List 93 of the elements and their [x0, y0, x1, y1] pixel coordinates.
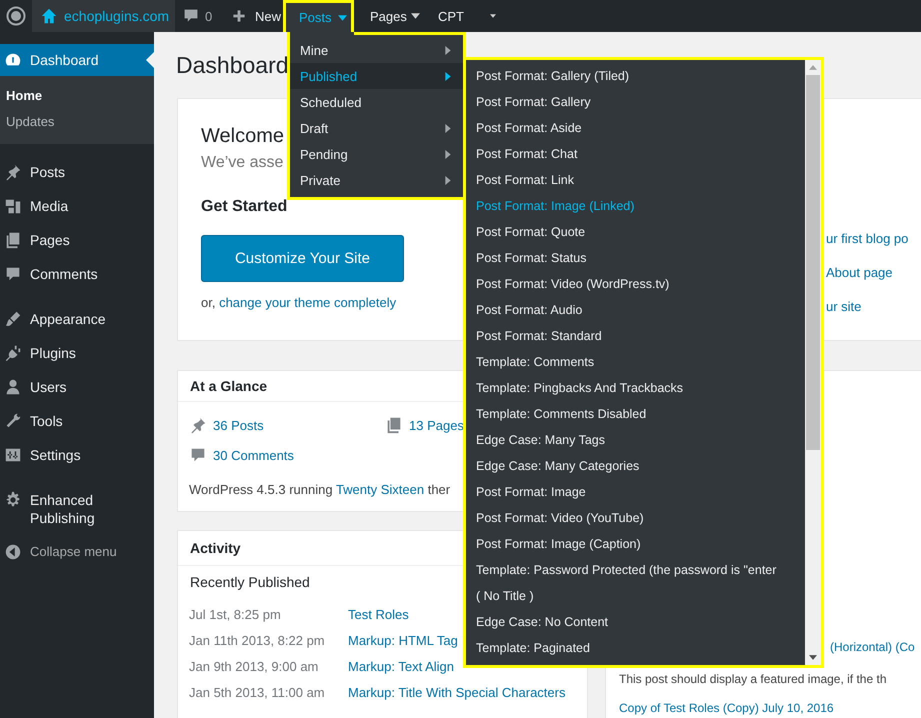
sidebar-item[interactable]: Appearance: [0, 302, 154, 336]
caret-icon: [338, 14, 347, 20]
next-step-link[interactable]: ur first blog po: [826, 230, 908, 248]
submenu-item[interactable]: Post Format: Chat: [466, 141, 805, 167]
site-link[interactable]: echoplugins.com: [32, 0, 175, 32]
post-title-link[interactable]: Markup: Text Align: [348, 658, 454, 674]
dropdown-item[interactable]: Scheduled: [290, 89, 463, 115]
draft-link[interactable]: Copy of Test Roles (Copy) July 10, 2016: [619, 700, 834, 716]
sidebar-item[interactable]: Posts: [0, 155, 154, 189]
submenu-item[interactable]: Edge Case: Many Tags: [466, 427, 805, 453]
pages-icon: [385, 416, 403, 434]
menu-label: Pages: [370, 8, 407, 24]
sidebar-item[interactable]: Enhanced Publishing: [0, 483, 154, 535]
brush-icon: [3, 310, 23, 328]
menu-label: Posts: [299, 10, 332, 25]
submenu-item[interactable]: Post Format: Standard: [466, 323, 805, 349]
submenu-item[interactable]: Post Format: Gallery (Tiled): [466, 63, 805, 89]
submenu-item[interactable]: Home: [0, 83, 48, 109]
caret-icon: [410, 13, 420, 19]
comments-count-link[interactable]: 30 Comments: [189, 444, 294, 466]
sliders-icon: [3, 446, 23, 464]
scrollbar[interactable]: [805, 60, 821, 665]
plus-icon: [232, 9, 246, 23]
sidebar-item[interactable]: Dashboard: [0, 44, 154, 76]
comment-post-link[interactable]: (Horizontal) (Co: [830, 638, 915, 656]
section-heading: Recently Published: [190, 573, 310, 592]
sidebar-item[interactable]: Media: [0, 189, 154, 223]
admin-menu-item[interactable]: CPT: [422, 0, 496, 32]
post-title-link[interactable]: Markup: Title With Special Characters: [348, 684, 566, 700]
post-date: Jan 9th 2013, 9:00 am: [189, 658, 320, 674]
sidebar-item[interactable]: Plugins: [0, 336, 154, 370]
menu-label: CPT: [438, 8, 464, 24]
posts-count-link[interactable]: 36 Posts: [189, 414, 385, 436]
submenu-item[interactable]: Edge Case: Many Categories: [466, 453, 805, 479]
submenu-item[interactable]: Post Format: Aside: [466, 115, 805, 141]
theme-hint-text: or, change your theme completely: [201, 294, 396, 312]
plug-icon: [3, 344, 23, 362]
new-label: New: [255, 8, 282, 24]
dropdown-item[interactable]: Pending: [290, 141, 463, 167]
post-title-link[interactable]: Markup: HTML Tag: [348, 632, 458, 648]
comment-count: 0: [205, 8, 212, 24]
submenu-item[interactable]: Post Format: Video (YouTube): [466, 505, 805, 531]
admin-menu-item[interactable]: Posts: [283, 0, 354, 32]
dropdown-item[interactable]: Private: [290, 167, 463, 193]
submenu-item[interactable]: Updates: [0, 109, 60, 135]
submenu-item[interactable]: ( No Title ): [466, 583, 805, 609]
comments-button[interactable]: 0: [175, 0, 228, 32]
theme-link[interactable]: Twenty Sixteen: [336, 482, 424, 497]
submenu-item[interactable]: Template: Paginated: [466, 635, 805, 661]
post-date: Jan 5th 2013, 11:00 am: [189, 684, 326, 700]
next-step-link[interactable]: ur site: [826, 298, 908, 316]
caret-icon: [490, 13, 496, 19]
page-title: Dashboard: [176, 51, 289, 80]
dropdown-item[interactable]: Published: [290, 63, 463, 89]
post-date: Jul 1st, 8:25 pm: [189, 606, 282, 622]
sidebar-item[interactable]: Users: [0, 370, 154, 404]
welcome-subtitle: We’ve asse: [201, 153, 284, 173]
new-button[interactable]: New: [228, 0, 283, 32]
section-heading: Get Started: [201, 197, 288, 217]
welcome-title: Welcome: [201, 124, 284, 149]
customize-button[interactable]: Customize Your Site: [201, 235, 404, 282]
submenu-item[interactable]: Post Format: Video (WordPress.tv): [466, 271, 805, 297]
post-excerpt: This post should display a featured image, if the th: [619, 671, 886, 688]
submenu-item[interactable]: Post Format: Image: [466, 479, 805, 505]
dropdown-item[interactable]: Mine: [290, 37, 463, 63]
comment-icon: [183, 8, 199, 24]
submenu-item[interactable]: Post Format: Audio: [466, 297, 805, 323]
media-icon: [3, 197, 23, 215]
submenu-item[interactable]: Post Format: Quote: [466, 219, 805, 245]
post-title-link[interactable]: Test Roles: [348, 606, 409, 622]
home-icon: [40, 7, 58, 25]
sidebar-item[interactable]: Settings: [0, 438, 154, 472]
sidebar-item[interactable]: Comments: [0, 257, 154, 291]
submenu-item[interactable]: Post Format: Gallery: [466, 89, 805, 115]
sidebar-item[interactable]: Tools: [0, 404, 154, 438]
submenu-item[interactable]: Post Format: Image (Linked): [466, 193, 805, 219]
scroll-down-arrow-icon[interactable]: [809, 655, 817, 660]
circle-logo-icon: [6, 6, 26, 26]
submenu-item[interactable]: Template: Comments Disabled: [466, 401, 805, 427]
submenu-item[interactable]: Edge Case: No Content: [466, 609, 805, 635]
pages-count-link[interactable]: 13 Pages: [385, 414, 464, 436]
pin-icon: [189, 416, 207, 434]
site-name: echoplugins.com: [64, 8, 170, 24]
submenu-item[interactable]: Post Format: Status: [466, 245, 805, 271]
post-date: Jan 11th 2013, 8:22 pm: [189, 632, 326, 648]
comment-icon: [189, 446, 207, 464]
collapse-menu-button[interactable]: Collapse menu: [0, 535, 154, 569]
submenu-item[interactable]: Post Format: Link: [466, 167, 805, 193]
admin-menu-item[interactable]: Pages: [354, 0, 422, 32]
dropdown-item[interactable]: Draft: [290, 115, 463, 141]
change-theme-link[interactable]: change your theme completely: [219, 295, 396, 310]
next-step-link[interactable]: About page: [826, 264, 908, 282]
sidebar-item[interactable]: Pages: [0, 223, 154, 257]
